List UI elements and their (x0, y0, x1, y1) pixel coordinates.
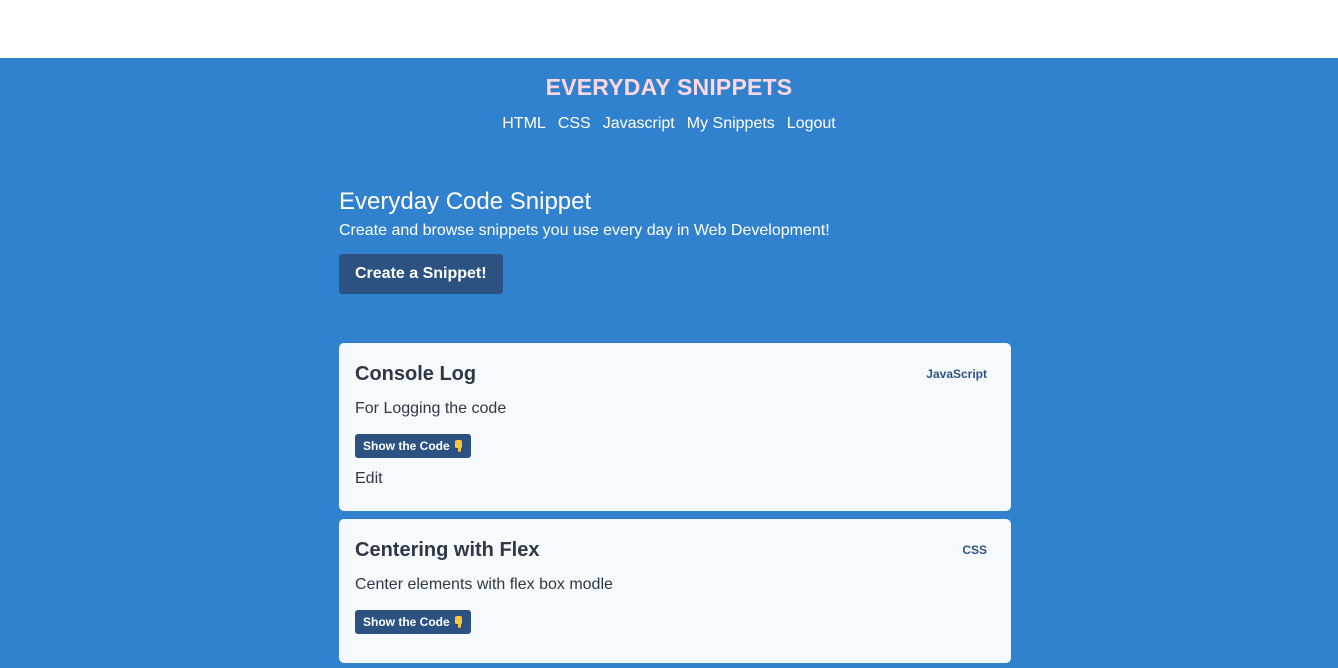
nav-css[interactable]: CSS (558, 115, 591, 133)
hero-section: Everyday Code Snippet Create and browse … (339, 188, 1011, 294)
snippet-description: Center elements with flex box modle (355, 576, 613, 593)
main-area: EVERYDAY SNIPPETS HTML CSS Javascript My… (0, 58, 1338, 668)
nav-javascript[interactable]: Javascript (603, 115, 675, 133)
pointing-down-hand-icon (454, 616, 463, 628)
snippet-title: Console Log (355, 363, 477, 385)
snippet-title: Centering with Flex (355, 539, 540, 561)
snippet-card: Centering with Flex CSS Center elements … (339, 519, 1011, 663)
show-code-button[interactable]: Show the Code (355, 434, 471, 458)
nav-my-snippets[interactable]: My Snippets (687, 115, 775, 133)
nav-logout[interactable]: Logout (787, 115, 836, 133)
page-subtitle: Create and browse snippets you use every… (339, 222, 830, 239)
page-title: Everyday Code Snippet (339, 188, 592, 215)
snippet-language-badge: JavaScript (926, 367, 987, 381)
create-snippet-button[interactable]: Create a Snippet! (339, 254, 503, 294)
show-code-label: Show the Code (363, 439, 450, 453)
top-blank-area (0, 0, 1338, 58)
edit-link[interactable]: Edit (355, 470, 995, 488)
show-code-label: Show the Code (363, 615, 450, 629)
pointing-down-hand-icon (454, 440, 463, 452)
show-code-button[interactable]: Show the Code (355, 610, 471, 634)
site-title: EVERYDAY SNIPPETS (545, 74, 793, 100)
snippet-card: Console Log JavaScript For Logging the c… (339, 343, 1011, 511)
nav-html[interactable]: HTML (502, 115, 546, 133)
main-nav: HTML CSS Javascript My Snippets Logout (0, 115, 1338, 133)
snippet-description: For Logging the code (355, 400, 507, 417)
snippet-language-badge: CSS (962, 543, 987, 557)
